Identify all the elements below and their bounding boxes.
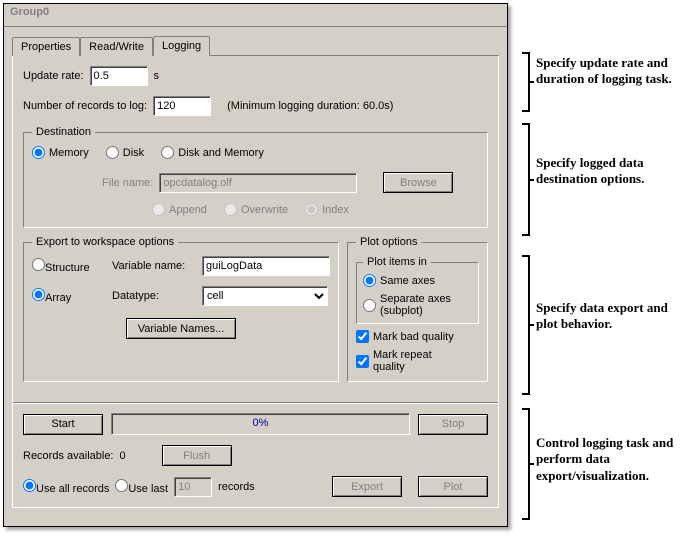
use-last-input	[174, 477, 212, 497]
export-group: Export to workspace options Structure Va…	[23, 236, 339, 382]
window-title: Group0	[4, 4, 507, 27]
same-axes-radio[interactable]	[363, 274, 376, 287]
same-axes-label: Same axes	[380, 275, 435, 287]
separate-axes-option[interactable]: Separate axes (subplot)	[363, 293, 458, 317]
brace-4	[510, 408, 530, 520]
plot-legend: Plot options	[356, 236, 421, 248]
file-name-input	[159, 173, 357, 193]
mark-repeat-check[interactable]	[356, 355, 369, 368]
separate-axes-radio[interactable]	[363, 299, 376, 312]
dest-diskmem-label: Disk and Memory	[178, 147, 264, 159]
annotation-4: Control logging task and perform data ex…	[536, 435, 684, 484]
file-index-radio	[305, 203, 318, 216]
brace-1	[510, 52, 530, 112]
use-last-radio[interactable]	[115, 479, 128, 492]
progress-bar: 0%	[111, 413, 410, 435]
tab-properties[interactable]: Properties	[12, 37, 80, 56]
export-array-radio[interactable]	[32, 288, 45, 301]
start-button[interactable]: Start	[23, 414, 103, 435]
brace-3	[510, 255, 530, 395]
file-overwrite-radio	[224, 203, 237, 216]
flush-button: Flush	[162, 445, 232, 466]
annotation-2: Specify logged data destination options.	[536, 155, 684, 188]
records-hint: (Minimum logging duration: 60.0s)	[227, 100, 393, 112]
use-all-option[interactable]: Use all records	[23, 479, 109, 495]
annotation-3: Specify data export and plot behavior.	[536, 300, 684, 333]
plot-items-group: Plot items in Same axes Separate axes (s…	[356, 256, 479, 324]
dest-disk-label: Disk	[123, 147, 144, 159]
export-array-option[interactable]: Array	[32, 288, 112, 304]
export-structure-label: Structure	[45, 262, 90, 274]
logging-panel: Update rate: s Number of records to log:…	[12, 56, 499, 508]
control-section: Start 0% Stop Records available: 0 Flush…	[13, 402, 498, 507]
datatype-select[interactable]: cell	[202, 286, 328, 306]
file-append-radio	[152, 203, 165, 216]
dest-disk-option[interactable]: Disk	[106, 146, 144, 159]
file-index-option: Index	[305, 203, 349, 216]
file-index-label: Index	[322, 204, 349, 216]
export-legend: Export to workspace options	[32, 236, 178, 248]
dest-memory-label: Memory	[49, 147, 89, 159]
mark-repeat-option[interactable]: Mark repeat quality	[356, 349, 465, 373]
records-input[interactable]	[153, 96, 211, 116]
mark-repeat-label: Mark repeat quality	[373, 349, 465, 373]
stop-button: Stop	[418, 414, 488, 435]
mark-bad-check[interactable]	[356, 330, 369, 343]
browse-button: Browse	[383, 172, 453, 193]
file-append-option: Append	[152, 203, 207, 216]
var-name-label: Variable name:	[112, 260, 202, 272]
file-overwrite-option: Overwrite	[224, 203, 288, 216]
file-overwrite-label: Overwrite	[241, 204, 288, 216]
use-all-radio[interactable]	[23, 479, 36, 492]
same-axes-option[interactable]: Same axes	[363, 274, 458, 287]
mark-bad-option[interactable]: Mark bad quality	[356, 330, 465, 343]
dest-diskmem-radio[interactable]	[161, 146, 174, 159]
records-available-label: Records available:	[23, 450, 114, 462]
use-all-label: Use all records	[36, 483, 109, 495]
annotation-1: Specify update rate and duration of logg…	[536, 55, 684, 88]
dest-diskmem-option[interactable]: Disk and Memory	[161, 146, 264, 159]
progress-text: 0%	[253, 417, 269, 429]
export-structure-option[interactable]: Structure	[32, 258, 112, 274]
brace-2	[510, 123, 530, 236]
update-rate-label: Update rate:	[23, 70, 84, 82]
use-last-label: Use last	[128, 483, 168, 495]
plot-items-legend: Plot items in	[363, 256, 431, 268]
file-name-label: File name:	[102, 177, 153, 189]
var-name-input[interactable]	[202, 256, 330, 276]
records-suffix: records	[218, 481, 255, 493]
variable-names-button[interactable]: Variable Names...	[126, 318, 236, 339]
datatype-label: Datatype:	[112, 290, 202, 302]
tab-readwrite[interactable]: Read/Write	[80, 37, 153, 56]
use-last-option[interactable]: Use last	[115, 479, 168, 495]
records-available-value: 0	[120, 450, 126, 462]
separate-axes-label: Separate axes (subplot)	[380, 293, 458, 317]
destination-group: Destination Memory Disk Disk and Memory …	[23, 126, 488, 228]
plot-button: Plot	[418, 476, 488, 497]
export-array-label: Array	[45, 292, 71, 304]
dest-disk-radio[interactable]	[106, 146, 119, 159]
destination-legend: Destination	[32, 126, 95, 138]
records-label: Number of records to log:	[23, 100, 147, 112]
mark-bad-label: Mark bad quality	[373, 331, 454, 343]
dialog-window: Group0 Properties Read/Write Logging Upd…	[3, 3, 508, 527]
export-button: Export	[332, 476, 402, 497]
plot-group: Plot options Plot items in Same axes Sep…	[347, 236, 488, 382]
update-rate-unit: s	[154, 70, 160, 82]
tab-logging[interactable]: Logging	[153, 36, 210, 56]
export-structure-radio[interactable]	[32, 258, 45, 271]
file-append-label: Append	[169, 204, 207, 216]
tab-strip: Properties Read/Write Logging	[12, 35, 499, 56]
update-rate-input[interactable]	[90, 66, 148, 86]
dest-memory-radio[interactable]	[32, 146, 45, 159]
dest-memory-option[interactable]: Memory	[32, 146, 89, 159]
